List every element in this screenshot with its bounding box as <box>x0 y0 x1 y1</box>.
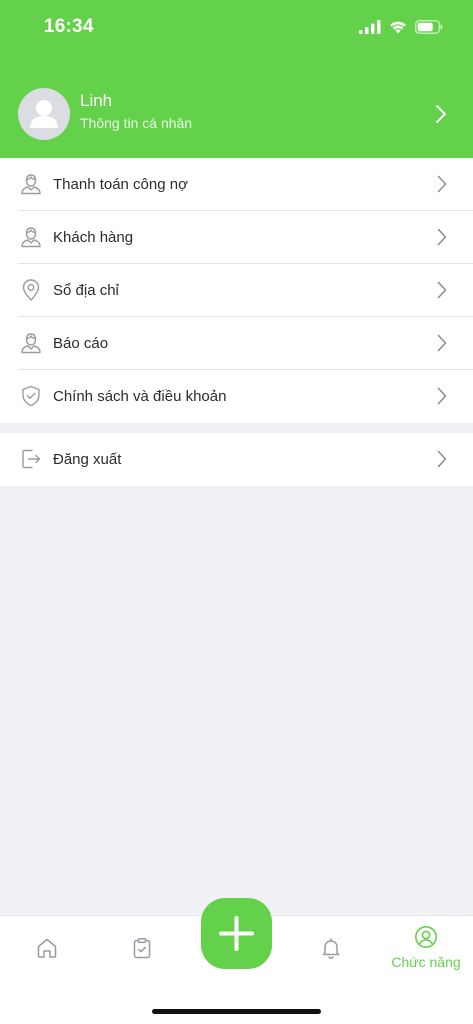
header: 16:34 Linh Thông tin cá nhân <box>0 0 473 158</box>
add-button[interactable] <box>201 898 272 969</box>
status-icons <box>359 17 443 37</box>
bell-icon <box>322 938 340 959</box>
menu-list: Thanh toán công nợ Khách hàng Sổ địa chỉ <box>0 158 473 423</box>
person-icon <box>21 174 41 195</box>
wifi-icon <box>390 21 406 34</box>
chevron-right-icon <box>437 334 447 352</box>
signal-icon <box>359 20 381 34</box>
profile-row[interactable]: Linh Thông tin cá nhân <box>0 86 473 142</box>
user-circle-icon <box>415 926 437 948</box>
menu-item-policy-terms[interactable]: Chính sách và điều khoản <box>0 370 473 423</box>
profile-name: Linh <box>80 91 113 110</box>
battery-icon <box>415 20 443 34</box>
plus-icon <box>219 916 254 951</box>
menu-item-reports[interactable]: Báo cáo <box>0 317 473 370</box>
avatar-placeholder-icon <box>30 100 58 128</box>
status-bar: 16:34 <box>0 0 473 54</box>
chevron-right-icon <box>437 450 447 468</box>
status-time: 16:34 <box>44 16 94 37</box>
home-icon <box>37 938 57 958</box>
tab-notifications[interactable] <box>291 916 371 988</box>
tab-functions-label: Chức năng <box>391 954 461 970</box>
person-icon <box>21 227 41 248</box>
chevron-right-icon <box>437 281 447 299</box>
logout-button[interactable]: Đăng xuất <box>0 433 473 486</box>
clipboard-icon <box>133 938 151 959</box>
tab-orders[interactable] <box>102 916 182 988</box>
tab-home[interactable] <box>7 916 87 988</box>
avatar <box>18 88 70 140</box>
location-pin-icon <box>22 279 40 301</box>
menu-item-label: Báo cáo <box>53 335 109 352</box>
menu-item-address-book[interactable]: Sổ địa chỉ <box>0 264 473 317</box>
menu-item-label: Chính sách và điều khoản <box>53 388 227 405</box>
shield-check-icon <box>22 385 40 407</box>
person-icon <box>21 333 41 354</box>
tab-functions[interactable]: Chức năng <box>386 916 466 988</box>
menu-item-label: Sổ địa chỉ <box>53 282 119 299</box>
logout-label: Đăng xuất <box>53 451 122 468</box>
menu-item-label: Thanh toán công nợ <box>53 176 188 193</box>
home-indicator <box>152 1009 321 1014</box>
chevron-right-icon <box>437 387 447 405</box>
chevron-right-icon <box>437 228 447 246</box>
menu-item-debt-payment[interactable]: Thanh toán công nợ <box>0 158 473 211</box>
profile-subtitle: Thông tin cá nhân <box>80 115 193 131</box>
menu-item-label: Khách hàng <box>53 229 134 246</box>
logout-icon <box>22 449 41 469</box>
chevron-right-icon <box>437 175 447 193</box>
chevron-right-icon <box>436 105 446 123</box>
menu-item-customers[interactable]: Khách hàng <box>0 211 473 264</box>
